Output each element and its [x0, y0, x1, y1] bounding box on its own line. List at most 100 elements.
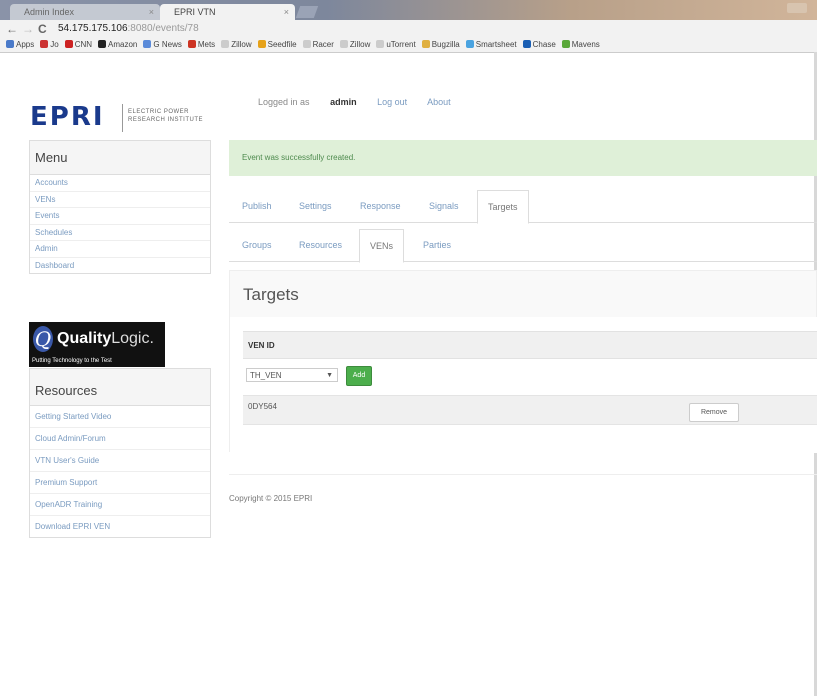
resource-link[interactable]: Premium Support: [30, 472, 210, 494]
tab-vens[interactable]: VENs: [359, 229, 405, 263]
ven-id-column-header: VEN ID: [243, 331, 817, 359]
menu-title: Menu: [30, 141, 210, 175]
sidebar-item-events[interactable]: Events: [30, 208, 210, 225]
targets-title: Targets: [243, 285, 299, 304]
resource-link[interactable]: Download EPRI VEN: [30, 516, 210, 537]
logout-link[interactable]: Log out: [377, 97, 407, 107]
bookmark-favicon-icon: [421, 40, 430, 48]
resource-link[interactable]: OpenADR Training: [30, 494, 210, 516]
tab-settings[interactable]: Settings: [299, 190, 332, 222]
bookmark-item[interactable]: Racer: [302, 38, 334, 52]
resource-link[interactable]: VTN User's Guide: [30, 450, 210, 472]
resource-link[interactable]: Cloud Admin/Forum: [30, 428, 210, 450]
bookmark-item[interactable]: Amazon: [98, 38, 137, 52]
bookmark-item[interactable]: Chase: [522, 38, 556, 52]
logo-subtitle: ELECTRIC POWER RESEARCH INSTITUTE: [128, 109, 204, 123]
bookmark-label: G News: [153, 40, 182, 49]
secondary-tabs: Groups Resources VENs Parties: [229, 229, 817, 263]
bookmark-favicon-icon: [465, 40, 474, 48]
back-icon[interactable]: ←: [6, 22, 18, 36]
bookmarks-bar: Apps Jo CNN Amazon G News Mets Zillow Seedfile R…: [0, 38, 817, 53]
remove-button[interactable]: Remove: [689, 403, 739, 422]
ven-select-value: TH_VEN: [250, 371, 282, 380]
reload-icon[interactable]: C: [38, 22, 47, 36]
resources-panel: Resources Getting Started Video Cloud Ad…: [29, 368, 211, 538]
tab-groups[interactable]: Groups: [242, 229, 272, 261]
bookmark-favicon-icon: [6, 40, 14, 48]
tab-signals[interactable]: Signals: [429, 190, 459, 222]
qualitylogic-logo-icon: Q: [33, 326, 53, 352]
bookmark-favicon-icon: [40, 40, 49, 48]
bookmark-label: Apps: [16, 40, 35, 49]
bookmark-item[interactable]: Mets: [187, 38, 215, 52]
url-input[interactable]: 54.175.175.106:8080/events/78: [58, 22, 798, 36]
add-button[interactable]: Add: [346, 366, 372, 386]
tab-close-icon[interactable]: ×: [284, 4, 289, 20]
bookmark-favicon-icon: [257, 40, 266, 48]
bookmark-favicon-icon: [143, 40, 152, 48]
sidebar-item-dashboard[interactable]: Dashboard: [30, 258, 210, 274]
bookmark-label: Jo: [50, 40, 59, 49]
bookmark-label: Racer: [312, 40, 334, 49]
tab-close-icon[interactable]: ×: [149, 4, 154, 20]
sidebar-item-schedules[interactable]: Schedules: [30, 225, 210, 241]
sidebar-item-accounts[interactable]: Accounts: [30, 175, 210, 192]
ql-name-bold: Quality: [57, 330, 112, 347]
success-alert: Event was successfully created.: [229, 140, 817, 176]
epri-logo[interactable]: EPRI ELECTRIC POWER RESEARCH INSTITUTE: [30, 102, 203, 132]
bookmark-favicon-icon: [302, 40, 311, 48]
tab-label: EPRI VTN: [174, 7, 216, 17]
bookmark-item[interactable]: Bugzilla: [421, 38, 460, 52]
ven-select[interactable]: TH_VEN ▼: [246, 368, 338, 382]
forward-icon[interactable]: →: [22, 22, 34, 36]
targets-panel: Targets VEN ID TH_VEN ▼ Add 0DY564 Remov…: [229, 270, 817, 453]
bookmark-item[interactable]: uTorrent: [376, 38, 416, 52]
bookmark-favicon-icon: [221, 40, 230, 48]
resources-title: Resources: [30, 369, 210, 406]
bookmark-item[interactable]: Apps: [6, 38, 34, 52]
table-row: 0DY564 Remove: [243, 395, 817, 425]
browser-tab-active[interactable]: EPRI VTN ×: [160, 4, 295, 20]
bookmark-item[interactable]: G News: [143, 38, 182, 52]
bookmark-item[interactable]: Mavens: [561, 38, 600, 52]
sidebar-menu: Menu Accounts VENs Events Schedules Admi…: [29, 140, 211, 274]
tab-response[interactable]: Response: [360, 190, 401, 222]
username: admin: [330, 97, 357, 107]
bookmark-favicon-icon: [64, 40, 73, 48]
bookmark-label: Amazon: [108, 40, 138, 49]
ven-id-cell: 0DY564: [248, 402, 277, 411]
footer-divider: [229, 474, 817, 475]
bookmark-favicon-icon: [561, 40, 570, 48]
tab-label: Admin Index: [24, 7, 75, 17]
bookmark-label: uTorrent: [386, 40, 416, 49]
bookmark-item[interactable]: Jo: [40, 38, 59, 52]
url-host: 54.175.175.106: [58, 23, 128, 34]
window-control-icon[interactable]: [787, 3, 807, 13]
menu-panel: Menu Accounts VENs Events Schedules Admi…: [29, 140, 211, 274]
qualitylogic-banner[interactable]: Q QualityLogic. Putting Technology to th…: [29, 322, 165, 367]
bookmark-item[interactable]: Zillow: [339, 38, 370, 52]
about-link[interactable]: About: [427, 97, 451, 107]
bookmark-item[interactable]: Seedfile: [257, 38, 297, 52]
sidebar-item-vens[interactable]: VENs: [30, 192, 210, 208]
bookmark-item[interactable]: Zillow: [221, 38, 252, 52]
bookmark-item[interactable]: CNN: [64, 38, 92, 52]
browser-tab[interactable]: Admin Index ×: [10, 4, 160, 20]
resource-link[interactable]: Getting Started Video: [30, 406, 210, 428]
resources-box: Resources Getting Started Video Cloud Ad…: [29, 368, 211, 538]
chevron-down-icon: ▼: [326, 372, 333, 379]
tab-targets[interactable]: Targets: [477, 190, 529, 224]
tab-publish[interactable]: Publish: [242, 190, 272, 222]
tab-resources[interactable]: Resources: [299, 229, 342, 261]
sidebar-item-admin[interactable]: Admin: [30, 241, 210, 258]
url-path: :8080/events/78: [127, 23, 199, 34]
bookmark-item[interactable]: Smartsheet: [465, 38, 517, 52]
browser-tabstrip: Admin Index × EPRI VTN ×: [0, 0, 817, 20]
new-tab-button[interactable]: [295, 6, 319, 18]
bookmark-favicon-icon: [98, 40, 107, 48]
bookmark-favicon-icon: [339, 40, 348, 48]
address-bar: ← → C 54.175.175.106:8080/events/78: [0, 20, 817, 38]
bookmark-label: Chase: [532, 40, 556, 49]
tab-parties[interactable]: Parties: [423, 229, 451, 261]
primary-tabs: Publish Settings Response Signals Target…: [229, 190, 817, 224]
